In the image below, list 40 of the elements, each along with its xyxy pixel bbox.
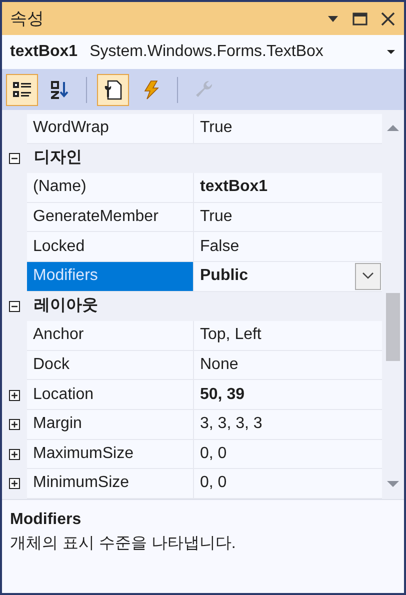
wrench-page-icon xyxy=(103,80,123,100)
categorized-list-icon xyxy=(12,80,32,100)
property-name[interactable]: Dock xyxy=(27,350,194,380)
category-header[interactable]: 레이아웃 xyxy=(27,294,98,318)
property-name[interactable]: Modifiers xyxy=(27,262,194,292)
property-name[interactable]: (Name) xyxy=(27,173,194,203)
dropdown-icon[interactable] xyxy=(326,14,340,24)
property-name[interactable]: Locked xyxy=(27,232,194,262)
property-name[interactable]: Anchor xyxy=(27,321,194,351)
expand-icon[interactable] xyxy=(9,478,20,490)
window-title: 속성 xyxy=(10,8,45,30)
expand-icon[interactable] xyxy=(9,448,20,460)
expand-icon[interactable] xyxy=(9,390,20,401)
maximize-icon[interactable] xyxy=(352,10,368,26)
scroll-thumb[interactable] xyxy=(386,293,400,361)
collapse-icon[interactable] xyxy=(9,300,20,312)
category-header[interactable]: 디자인 xyxy=(27,146,82,170)
close-icon[interactable] xyxy=(380,10,396,26)
categorized-button[interactable] xyxy=(6,74,38,106)
dropdown-icon[interactable] xyxy=(386,48,396,56)
property-name[interactable]: WordWrap xyxy=(27,114,194,144)
property-name[interactable]: Location xyxy=(27,380,194,410)
sort-az-icon xyxy=(50,80,70,100)
property-name[interactable]: MinimumSize xyxy=(27,469,194,499)
expand-icon[interactable] xyxy=(9,419,20,430)
property-name[interactable]: GenerateMember xyxy=(27,202,194,232)
description-title: Modifiers xyxy=(10,510,82,530)
wrench-icon xyxy=(194,80,214,100)
description-text: 개체의 표시 수준을 나타냅니다. xyxy=(10,534,237,554)
properties-button[interactable] xyxy=(97,74,129,106)
property-name[interactable]: MaximumSize xyxy=(27,440,194,470)
collapse-icon[interactable] xyxy=(9,152,20,164)
lightning-icon xyxy=(142,80,160,100)
scroll-up-icon[interactable] xyxy=(386,123,400,133)
object-name: textBox1 xyxy=(10,42,78,62)
object-type: System.Windows.Forms.TextBox xyxy=(90,42,324,62)
chevron-down-icon xyxy=(362,272,374,280)
dropdown-button[interactable] xyxy=(355,262,381,290)
scroll-down-icon[interactable] xyxy=(386,479,400,489)
property-name[interactable]: Margin xyxy=(27,410,194,440)
